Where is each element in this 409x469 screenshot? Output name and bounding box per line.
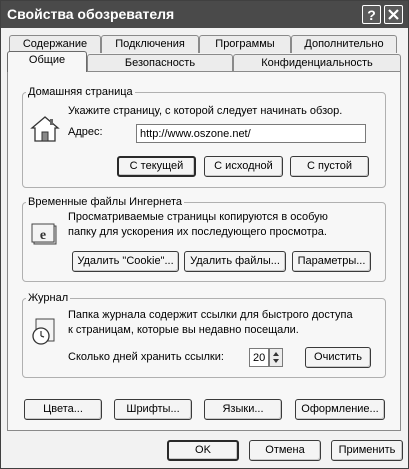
close-icon bbox=[388, 9, 399, 20]
tab-programs[interactable]: Программы bbox=[199, 35, 291, 53]
svg-text:?: ? bbox=[367, 7, 376, 23]
fonts-button[interactable]: Шрифты... bbox=[114, 399, 192, 420]
use-blank-button[interactable]: С пустой bbox=[290, 156, 369, 177]
internet-options-window: Свойства обозревателя ? Содержание Подкл… bbox=[0, 0, 409, 469]
languages-button[interactable]: Языки... bbox=[204, 399, 282, 420]
question-icon: ? bbox=[367, 7, 376, 23]
cancel-button[interactable]: Отмена bbox=[249, 440, 321, 461]
address-label: Адрес: bbox=[68, 126, 103, 138]
general-tab-panel: Домашняя страница Укажите страницу, с ко… bbox=[7, 71, 401, 431]
use-default-button[interactable]: С исходной bbox=[204, 156, 283, 177]
temp-files-group-label: Временные файлы Ингернета bbox=[26, 196, 185, 209]
home-icon bbox=[30, 116, 60, 142]
history-clock-icon bbox=[32, 318, 55, 345]
accessibility-button[interactable]: Оформление... bbox=[295, 399, 385, 420]
temp-settings-button[interactable]: Параметры... bbox=[292, 251, 371, 272]
ok-button[interactable]: OK bbox=[167, 440, 239, 461]
history-group-label: Журнал bbox=[26, 292, 71, 305]
svg-text:e: e bbox=[40, 228, 46, 243]
tab-advanced[interactable]: Дополнительно bbox=[291, 35, 397, 53]
history-description-line2: к страницам, которые вы недавно посещали… bbox=[68, 324, 299, 336]
colors-button[interactable]: Цвета... bbox=[24, 399, 102, 420]
home-page-group-label: Домашняя страница bbox=[26, 86, 135, 99]
home-page-description: Укажите страницу, с которой следует начи… bbox=[68, 105, 343, 117]
history-days-input[interactable] bbox=[249, 348, 269, 367]
delete-cookies-button[interactable]: Удалить "Cookie"... bbox=[72, 251, 179, 272]
tab-general[interactable]: Общие bbox=[7, 51, 87, 72]
history-days-spinner[interactable] bbox=[269, 348, 283, 367]
title-bar[interactable]: Свойства обозревателя ? bbox=[1, 1, 408, 28]
address-input[interactable] bbox=[136, 124, 366, 143]
ie-files-icon: e bbox=[31, 223, 57, 245]
history-days-label: Сколько дней хранить ссылки: bbox=[68, 351, 224, 363]
temp-files-description-line2: папку для ускорения их последующего прос… bbox=[68, 226, 327, 238]
apply-button[interactable]: Применить bbox=[331, 440, 403, 461]
history-description-line1: Папка журнала содержит ссылки для быстро… bbox=[68, 309, 353, 321]
delete-files-button[interactable]: Удалить файлы... bbox=[184, 251, 286, 272]
window-title: Свойства обозревателя bbox=[7, 6, 175, 22]
tab-connections[interactable]: Подключения bbox=[101, 35, 199, 53]
tab-security[interactable]: Безопасность bbox=[87, 54, 233, 72]
use-current-button[interactable]: С текущей bbox=[117, 156, 196, 177]
close-button[interactable] bbox=[384, 5, 403, 24]
spinner-arrows-icon bbox=[273, 352, 279, 363]
tab-privacy[interactable]: Конфиденциальность bbox=[233, 54, 401, 72]
clear-history-button[interactable]: Очистить bbox=[305, 347, 371, 368]
help-button[interactable]: ? bbox=[362, 5, 381, 24]
temp-files-description-line1: Просматриваемые страницы копируются в ос… bbox=[68, 211, 328, 223]
